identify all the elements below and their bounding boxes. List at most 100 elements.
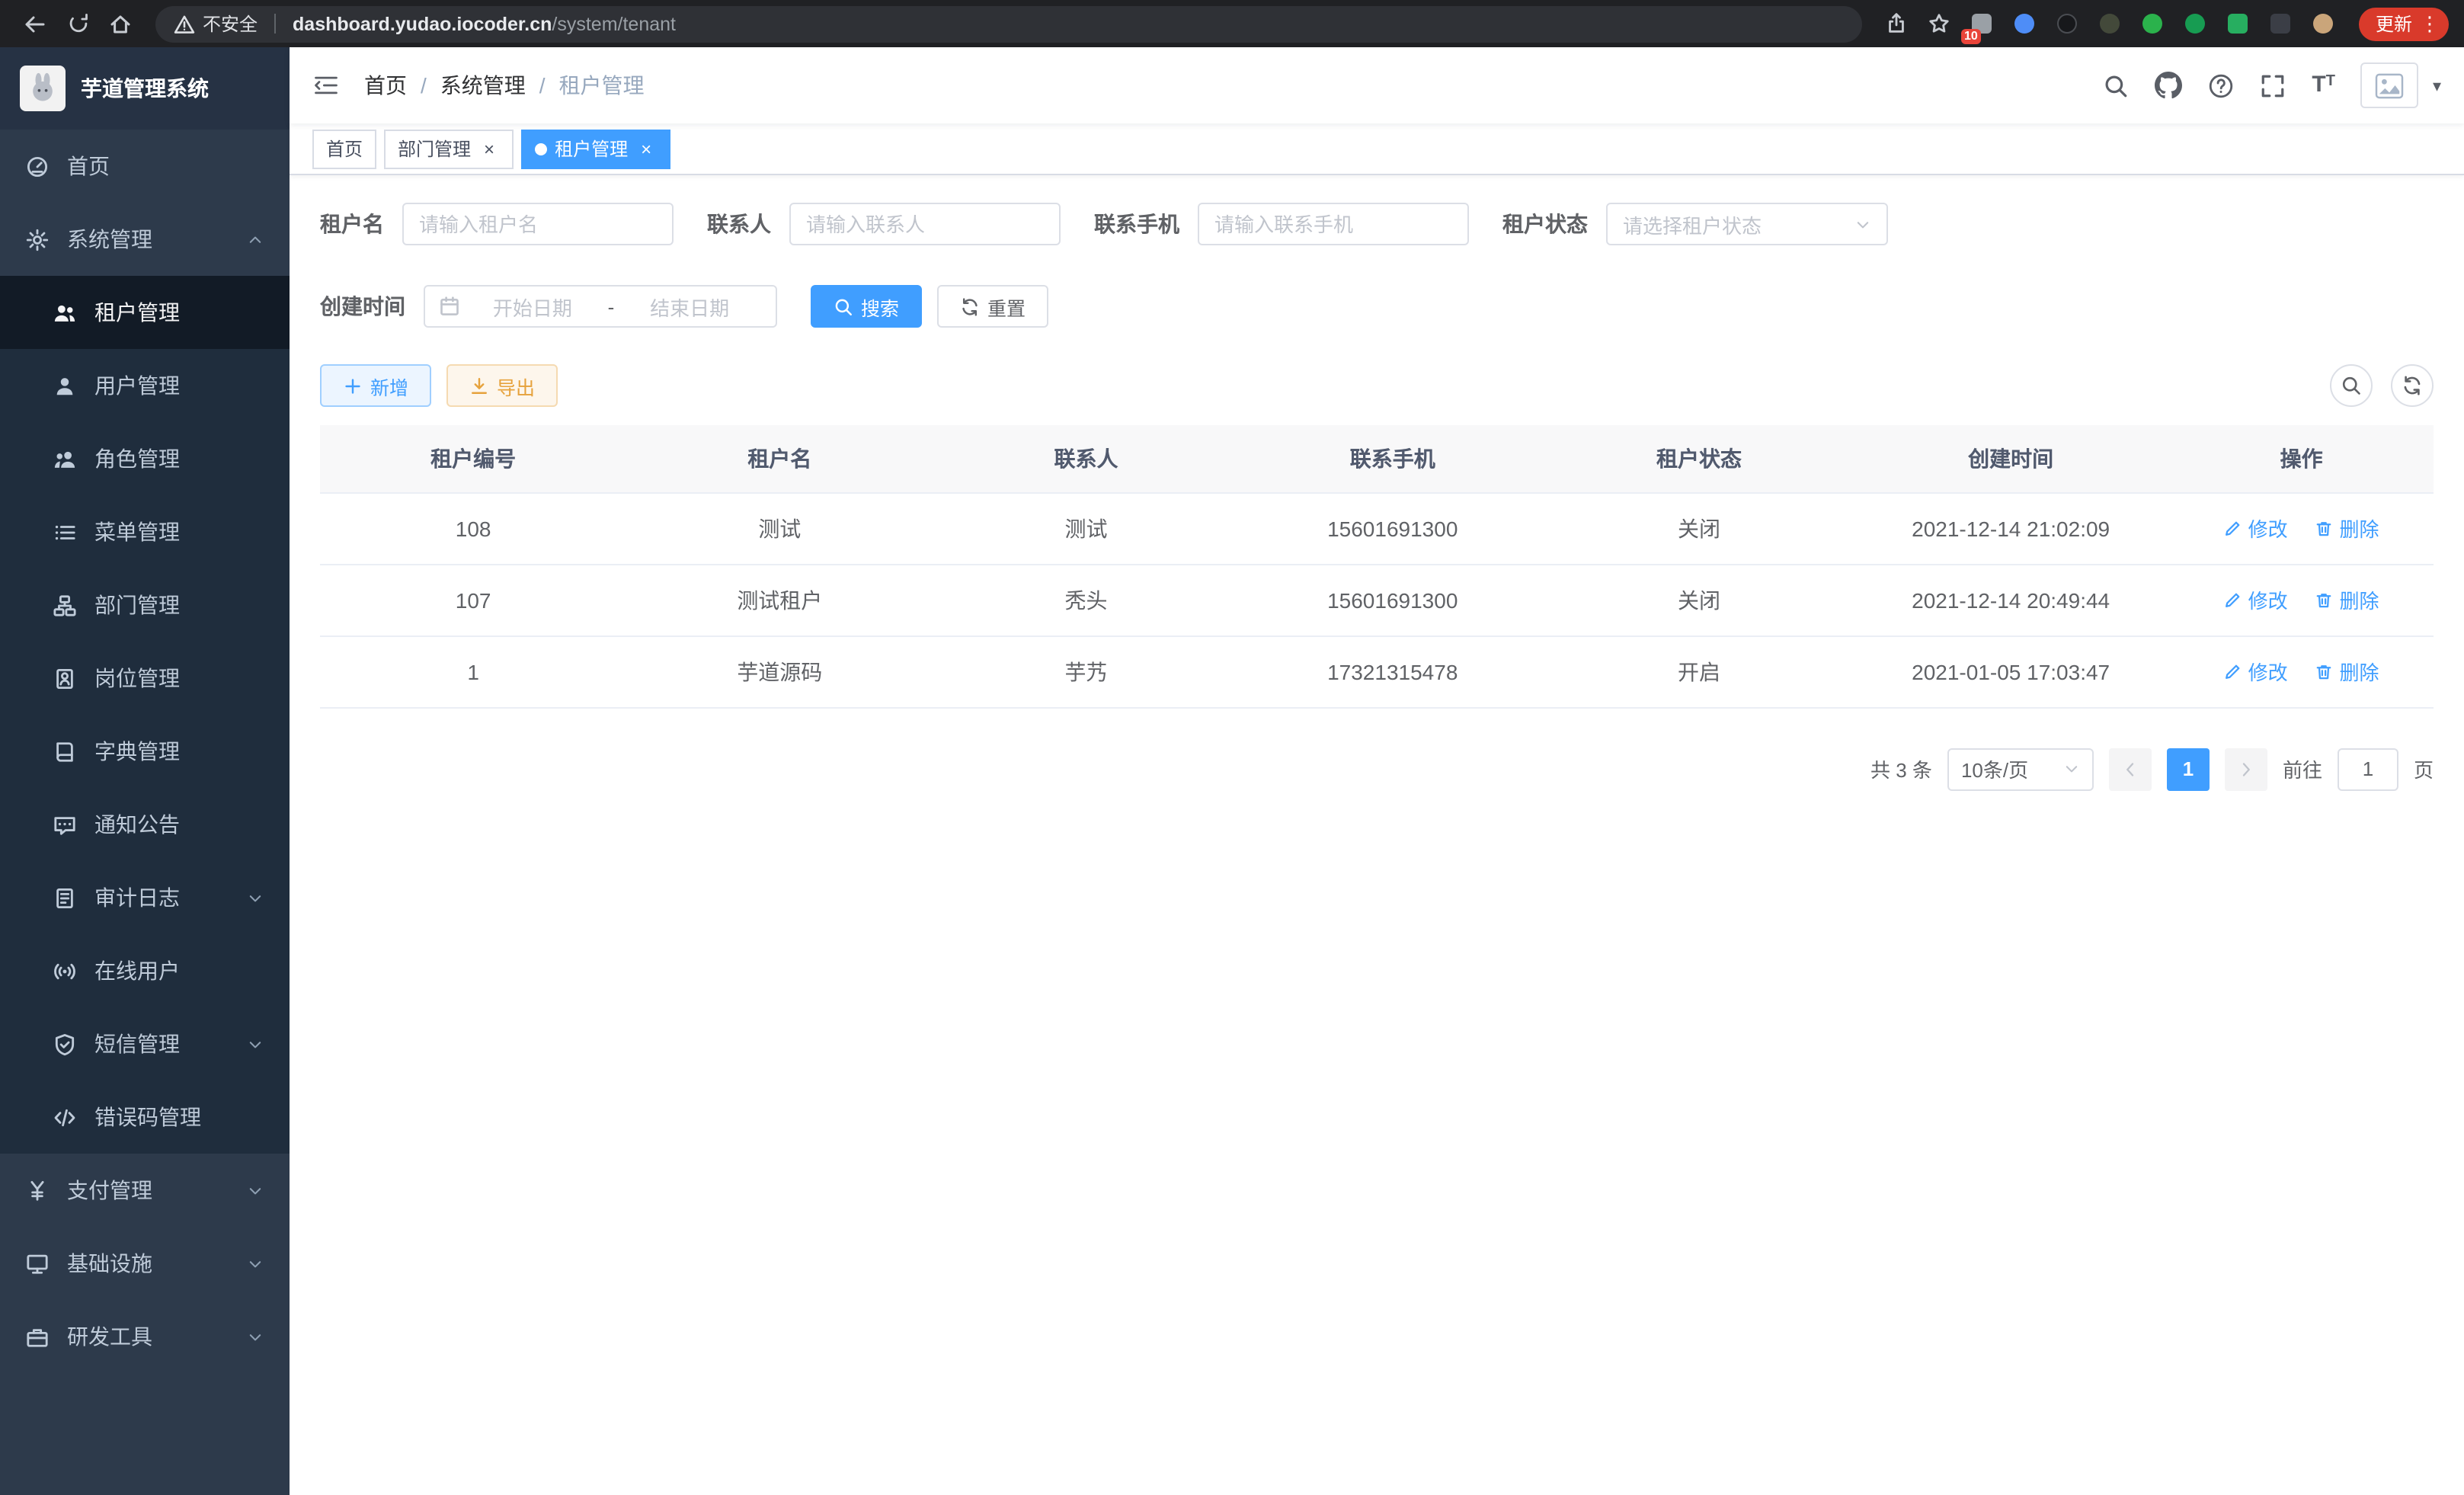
sidebar-item-post[interactable]: 岗位管理: [0, 642, 290, 715]
broken-avatar-image-icon: [2375, 72, 2405, 98]
phone-input[interactable]: [1198, 203, 1469, 245]
date-end-placeholder: 结束日期: [617, 292, 762, 321]
security-chip[interactable]: 不安全: [174, 11, 258, 37]
browser-chrome: 不安全 dashboard.yudao.iocoder.cn /system/t…: [0, 0, 2464, 47]
edit-link[interactable]: 修改: [2224, 657, 2288, 686]
github-icon[interactable]: [2155, 72, 2182, 99]
sidebar-item-dict[interactable]: 字典管理: [0, 715, 290, 788]
calendar-icon: [439, 296, 460, 317]
page-jump-input[interactable]: [2338, 748, 2398, 790]
extension-glyph: [2186, 14, 2206, 34]
sidebar-item-user[interactable]: 用户管理: [0, 349, 290, 422]
breadcrumb: 首页 / 系统管理 / 租户管理: [364, 70, 645, 101]
browser-menu-icon[interactable]: ⋮: [2420, 14, 2440, 34]
extension-icon[interactable]: [2309, 8, 2339, 39]
delete-link[interactable]: 删除: [2315, 657, 2379, 686]
sidebar-item-role[interactable]: 角色管理: [0, 422, 290, 495]
sidebar-item-system[interactable]: 系统管理: [0, 203, 290, 276]
tab-tenant[interactable]: 租户管理 ×: [521, 129, 670, 168]
sidebar-item-notice[interactable]: 通知公告: [0, 788, 290, 861]
sidebar-logo[interactable]: 芋道管理系统: [0, 47, 290, 130]
reset-button[interactable]: 重置: [937, 285, 1048, 328]
delete-link[interactable]: 删除: [2315, 585, 2379, 614]
breadcrumb-system[interactable]: 系统管理: [440, 70, 526, 101]
reload-icon[interactable]: [58, 4, 98, 43]
download-icon: [469, 376, 489, 395]
search-icon[interactable]: [2103, 72, 2129, 98]
create-time-range-picker[interactable]: 开始日期 - 结束日期: [424, 285, 777, 328]
fullscreen-icon[interactable]: [2260, 72, 2286, 98]
tenant-status-select[interactable]: 请选择租户状态: [1606, 203, 1888, 245]
tenant-name-input[interactable]: [402, 203, 674, 245]
share-icon[interactable]: [1877, 4, 1917, 43]
extension-icon[interactable]: [2053, 8, 2083, 39]
extension-icon[interactable]: [2138, 8, 2168, 39]
close-icon[interactable]: ×: [478, 138, 500, 159]
delete-icon: [2315, 519, 2333, 537]
col-tenant-name: 租户名: [626, 425, 933, 492]
col-tenant-id: 租户编号: [320, 425, 626, 492]
navbar: 首页 / 系统管理 / 租户管理 TT ▾: [290, 47, 2464, 123]
sms-icon: [53, 1032, 76, 1055]
export-button[interactable]: 导出: [446, 364, 558, 407]
refresh-icon: [960, 296, 980, 316]
home-icon[interactable]: [101, 4, 140, 43]
help-icon[interactable]: [2208, 72, 2234, 98]
cell-tenant-name: 测试租户: [626, 564, 933, 635]
add-button[interactable]: 新增: [320, 364, 431, 407]
browser-update-button[interactable]: 更新 ⋮: [2359, 7, 2449, 40]
delete-link[interactable]: 删除: [2315, 514, 2379, 543]
extension-glyph: [2015, 14, 2035, 34]
sidebar-item-error-code[interactable]: 错误码管理: [0, 1080, 290, 1154]
next-page-button[interactable]: [2225, 748, 2267, 790]
toolbar-right: [2330, 364, 2434, 407]
sidebar-item-sms[interactable]: 短信管理: [0, 1007, 290, 1080]
extension-icon[interactable]: [2010, 8, 2040, 39]
collapse-sidebar-icon[interactable]: [312, 72, 340, 99]
font-size-icon[interactable]: TT: [2312, 75, 2335, 96]
edit-link[interactable]: 修改: [2224, 514, 2288, 543]
sidebar-item-dept[interactable]: 部门管理: [0, 568, 290, 642]
contact-input[interactable]: [789, 203, 1061, 245]
sidebar-item-online-user[interactable]: 在线用户: [0, 934, 290, 1007]
sidebar-item-home[interactable]: 首页: [0, 130, 290, 203]
sidebar-item-audit-log[interactable]: 审计日志: [0, 861, 290, 934]
tenant-table: 租户编号 租户名 联系人 联系手机 租户状态 创建时间 操作 108 测试: [320, 425, 2434, 708]
tab-home[interactable]: 首页: [312, 129, 376, 168]
avatar[interactable]: [2361, 62, 2419, 108]
sidebar-item-devtool[interactable]: 研发工具: [0, 1300, 290, 1373]
extension-icon[interactable]: [2223, 8, 2254, 39]
edit-link[interactable]: 修改: [2224, 585, 2288, 614]
sidebar-item-menu[interactable]: 菜单管理: [0, 495, 290, 568]
page-size-select[interactable]: 10条/页: [1947, 748, 2094, 790]
col-contact: 联系人: [933, 425, 1239, 492]
search-button[interactable]: 搜索: [811, 285, 922, 328]
filter-create-time: 创建时间 开始日期 - 结束日期: [320, 285, 777, 328]
plus-icon: [343, 376, 363, 395]
hide-search-button[interactable]: [2330, 364, 2373, 407]
sidebar-menu: 首页 系统管理 租户管理 用户管理: [0, 130, 290, 1495]
caret-down-icon[interactable]: ▾: [2433, 75, 2441, 95]
extension-icon[interactable]: [2266, 8, 2296, 39]
page-number-button[interactable]: 1: [2167, 748, 2210, 790]
sidebar-item-payment[interactable]: 支付管理: [0, 1154, 290, 1227]
back-arrow-icon[interactable]: [15, 4, 55, 43]
dept-icon: [53, 594, 76, 616]
jump-suffix: 页: [2414, 754, 2434, 783]
col-phone: 联系手机: [1240, 425, 1546, 492]
address-bar[interactable]: 不安全 dashboard.yudao.iocoder.cn /system/t…: [155, 5, 1862, 42]
sidebar-item-tenant[interactable]: 租户管理: [0, 276, 290, 349]
extension-icon[interactable]: [2181, 8, 2211, 39]
sidebar-item-infra[interactable]: 基础设施: [0, 1227, 290, 1300]
tab-dept[interactable]: 部门管理 ×: [384, 129, 514, 168]
role-icon: [53, 447, 76, 470]
extension-icon[interactable]: [2095, 8, 2126, 39]
breadcrumb-home[interactable]: 首页: [364, 70, 407, 101]
star-icon[interactable]: [1920, 4, 1960, 43]
main-area: 首页 / 系统管理 / 租户管理 TT ▾: [290, 47, 2464, 1495]
close-icon[interactable]: ×: [635, 138, 657, 159]
prev-page-button[interactable]: [2109, 748, 2152, 790]
tenant-icon: [53, 301, 76, 324]
refresh-button[interactable]: [2391, 364, 2434, 407]
extension-icon[interactable]: 10: [1967, 8, 1998, 39]
